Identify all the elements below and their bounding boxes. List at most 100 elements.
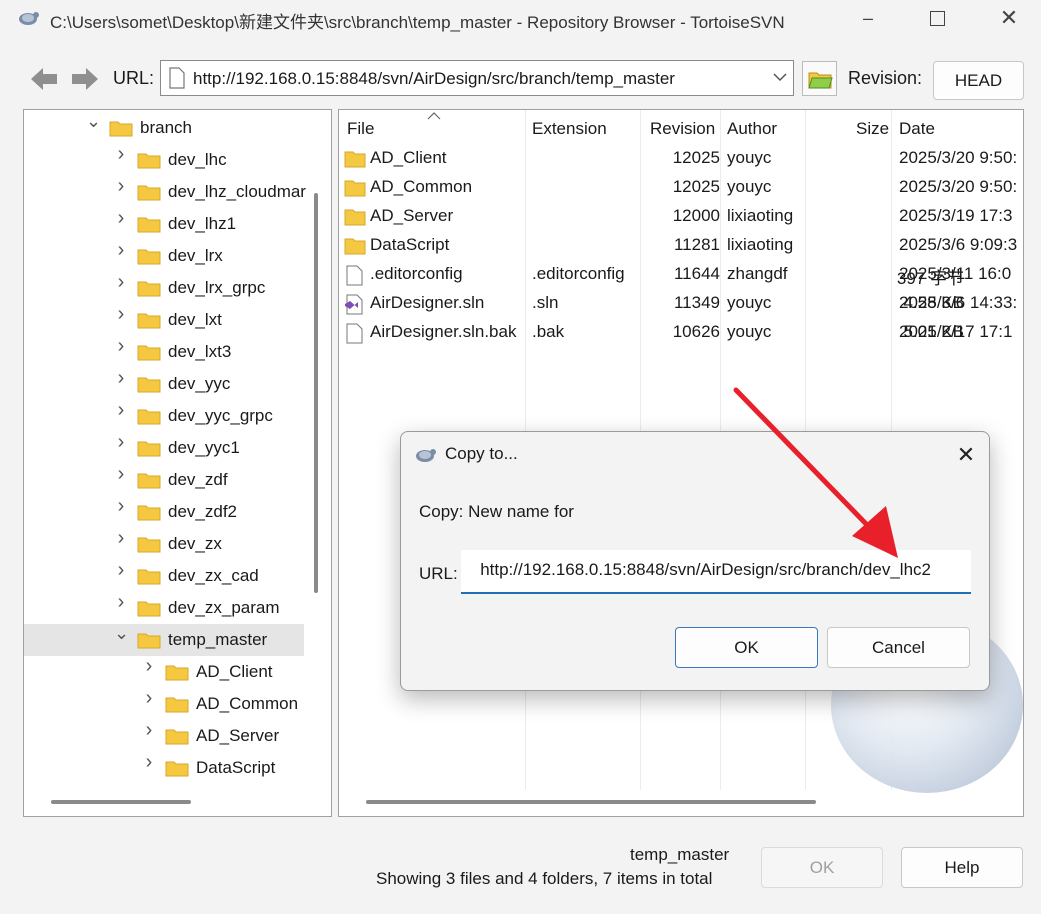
list-cell-ext: .sln [532, 293, 559, 312]
browse-folder-button[interactable] [802, 61, 837, 96]
column-header-extension[interactable]: Extension [532, 119, 607, 139]
tree-item[interactable]: › dev_zx_cad [24, 560, 304, 592]
list-horizontal-scrollbar[interactable] [366, 800, 816, 804]
tree-item[interactable]: › dev_lxt [24, 304, 304, 336]
chevron-down-icon[interactable]: ⌄ [114, 624, 129, 642]
folder-icon [137, 313, 161, 329]
chevron-right-icon[interactable]: › [114, 304, 128, 324]
tree-item[interactable]: › dev_yyc [24, 368, 304, 400]
tree-item[interactable]: › dev_zx [24, 528, 304, 560]
window-title: C:\Users\somet\Desktop\新建文件夹\src\branch\… [50, 13, 785, 32]
folder-icon [137, 505, 161, 521]
dialog-ok-button[interactable]: OK [675, 627, 818, 668]
column-header-revision[interactable]: Revision [650, 119, 715, 139]
folder-icon [137, 569, 161, 585]
tree-item[interactable]: › dev_lhz1 [24, 208, 304, 240]
revision-head-button[interactable]: HEAD [933, 61, 1024, 100]
chevron-right-icon[interactable]: › [142, 720, 156, 740]
revision-label: Revision: [848, 68, 923, 88]
column-header-file[interactable]: File [347, 119, 374, 139]
list-cell-rev: 11644 [673, 264, 720, 283]
chevron-right-icon[interactable]: › [142, 688, 156, 708]
back-button[interactable] [27, 62, 61, 96]
maximize-icon[interactable] [914, 0, 960, 36]
url-combobox[interactable]: http://192.168.0.15:8848/svn/AirDesign/s… [160, 60, 794, 96]
file-icon [346, 265, 363, 286]
tree-vertical-scrollbar[interactable] [314, 193, 318, 593]
chevron-right-icon[interactable]: › [114, 208, 128, 228]
list-cell-ext: .bak [532, 322, 565, 341]
tree-item[interactable]: › dev_lhz_cloudmar [24, 176, 306, 208]
chevron-right-icon[interactable]: › [114, 528, 128, 548]
list-row[interactable]: AD_Client 12025 youyc 2025/3/20 9:50: [339, 144, 1023, 173]
repository-tree[interactable]: ⌄ branch › dev_lhc › dev_lhz_cloudmar › dev_lhz… [23, 109, 332, 817]
help-button[interactable]: Help [901, 847, 1023, 888]
list-cell-rev: 11349 [673, 293, 720, 312]
list-row[interactable]: AirDesigner.sln .sln 11349 youyc 4.58 KB 2025… [339, 289, 1023, 318]
chevron-right-icon[interactable]: › [114, 336, 128, 356]
folder-icon [165, 761, 189, 777]
tree-item-label: dev_lrx [168, 246, 223, 265]
tree-item-label: AD_Client [196, 662, 273, 681]
tree-item[interactable]: › DataScript [24, 752, 304, 784]
chevron-right-icon[interactable]: › [142, 656, 156, 676]
column-header-author[interactable]: Author [727, 119, 777, 139]
tree-item-label: dev_zx_cad [168, 566, 259, 585]
dialog-cancel-button[interactable]: Cancel [827, 627, 970, 668]
list-row[interactable]: AD_Server 12000 lixiaoting 2025/3/19 17:3 [339, 202, 1023, 231]
folder-icon [137, 281, 161, 297]
tree-item[interactable]: › dev_zx_param [24, 592, 304, 624]
list-cell-date: 2025/3/6 14:33: [899, 293, 1018, 312]
tree-item[interactable]: › dev_lrx_grpc [24, 272, 304, 304]
chevron-down-icon[interactable] [773, 72, 787, 82]
tree-item[interactable]: › AD_Common [24, 688, 304, 720]
chevron-right-icon[interactable]: › [114, 592, 128, 612]
chevron-right-icon[interactable]: › [114, 368, 128, 388]
dialog-url-input[interactable]: http://192.168.0.15:8848/svn/AirDesign/s… [461, 550, 971, 594]
tree-item[interactable]: › dev_lrx [24, 240, 304, 272]
chevron-right-icon[interactable]: › [114, 432, 128, 452]
list-row[interactable]: AirDesigner.sln.bak .bak 10626 youyc 5.01 KB… [339, 318, 1023, 347]
chevron-right-icon[interactable]: › [114, 400, 128, 420]
tree-item[interactable]: › dev_yyc1 [24, 432, 304, 464]
tree-item[interactable]: › AD_Server [24, 720, 304, 752]
tree-item[interactable]: ⌄ temp_master [24, 624, 304, 656]
folder-icon [344, 209, 366, 226]
chevron-right-icon[interactable]: › [114, 464, 128, 484]
tree-item-label: dev_zx_param [168, 598, 280, 617]
chevron-right-icon[interactable]: › [114, 144, 128, 164]
chevron-right-icon[interactable]: › [114, 496, 128, 516]
list-row[interactable]: DataScript 11281 lixiaoting 2025/3/6 9:09:3 [339, 231, 1023, 260]
chevron-down-icon[interactable]: ⌄ [86, 112, 101, 130]
tree-item[interactable]: › dev_zdf2 [24, 496, 304, 528]
folder-icon [165, 697, 189, 713]
list-cell-date: 2025/3/20 9:50: [899, 177, 1018, 196]
ok-button[interactable]: OK [761, 847, 883, 888]
minimize-icon[interactable]: – [845, 0, 891, 36]
chevron-right-icon[interactable]: › [114, 176, 128, 196]
file-icon [169, 67, 185, 89]
tree-item[interactable]: › dev_yyc_grpc [24, 400, 304, 432]
column-header-size[interactable]: Size [856, 119, 889, 139]
list-cell-ext: .editorconfig [532, 264, 625, 283]
forward-button[interactable] [68, 62, 102, 96]
tree-item[interactable]: › dev_zdf [24, 464, 304, 496]
close-icon[interactable]: ✕ [986, 0, 1032, 36]
tree-item[interactable]: › AD_Client [24, 656, 304, 688]
list-row[interactable]: AD_Common 12025 youyc 2025/3/20 9:50: [339, 173, 1023, 202]
chevron-right-icon[interactable]: › [142, 752, 156, 772]
tree-horizontal-scrollbar[interactable] [51, 800, 191, 804]
tree-item[interactable]: › dev_lxt3 [24, 336, 304, 368]
list-row[interactable]: .editorconfig .editorconfig 11644 zhangdf 39… [339, 260, 1023, 289]
chevron-right-icon[interactable]: › [114, 272, 128, 292]
chevron-right-icon[interactable]: › [114, 560, 128, 580]
tree-item[interactable]: › dev_lhc [24, 144, 304, 176]
tree-item[interactable]: ⌄ branch [24, 112, 304, 144]
dialog-close-icon[interactable]: ✕ [951, 440, 981, 470]
column-header-date[interactable]: Date [899, 119, 935, 139]
title-bar: C:\Users\somet\Desktop\新建文件夹\src\branch\… [0, 0, 1041, 36]
chevron-right-icon[interactable]: › [114, 240, 128, 260]
visual-studio-icon [345, 294, 363, 315]
folder-icon [137, 473, 161, 489]
status-path: temp_master [630, 845, 730, 864]
